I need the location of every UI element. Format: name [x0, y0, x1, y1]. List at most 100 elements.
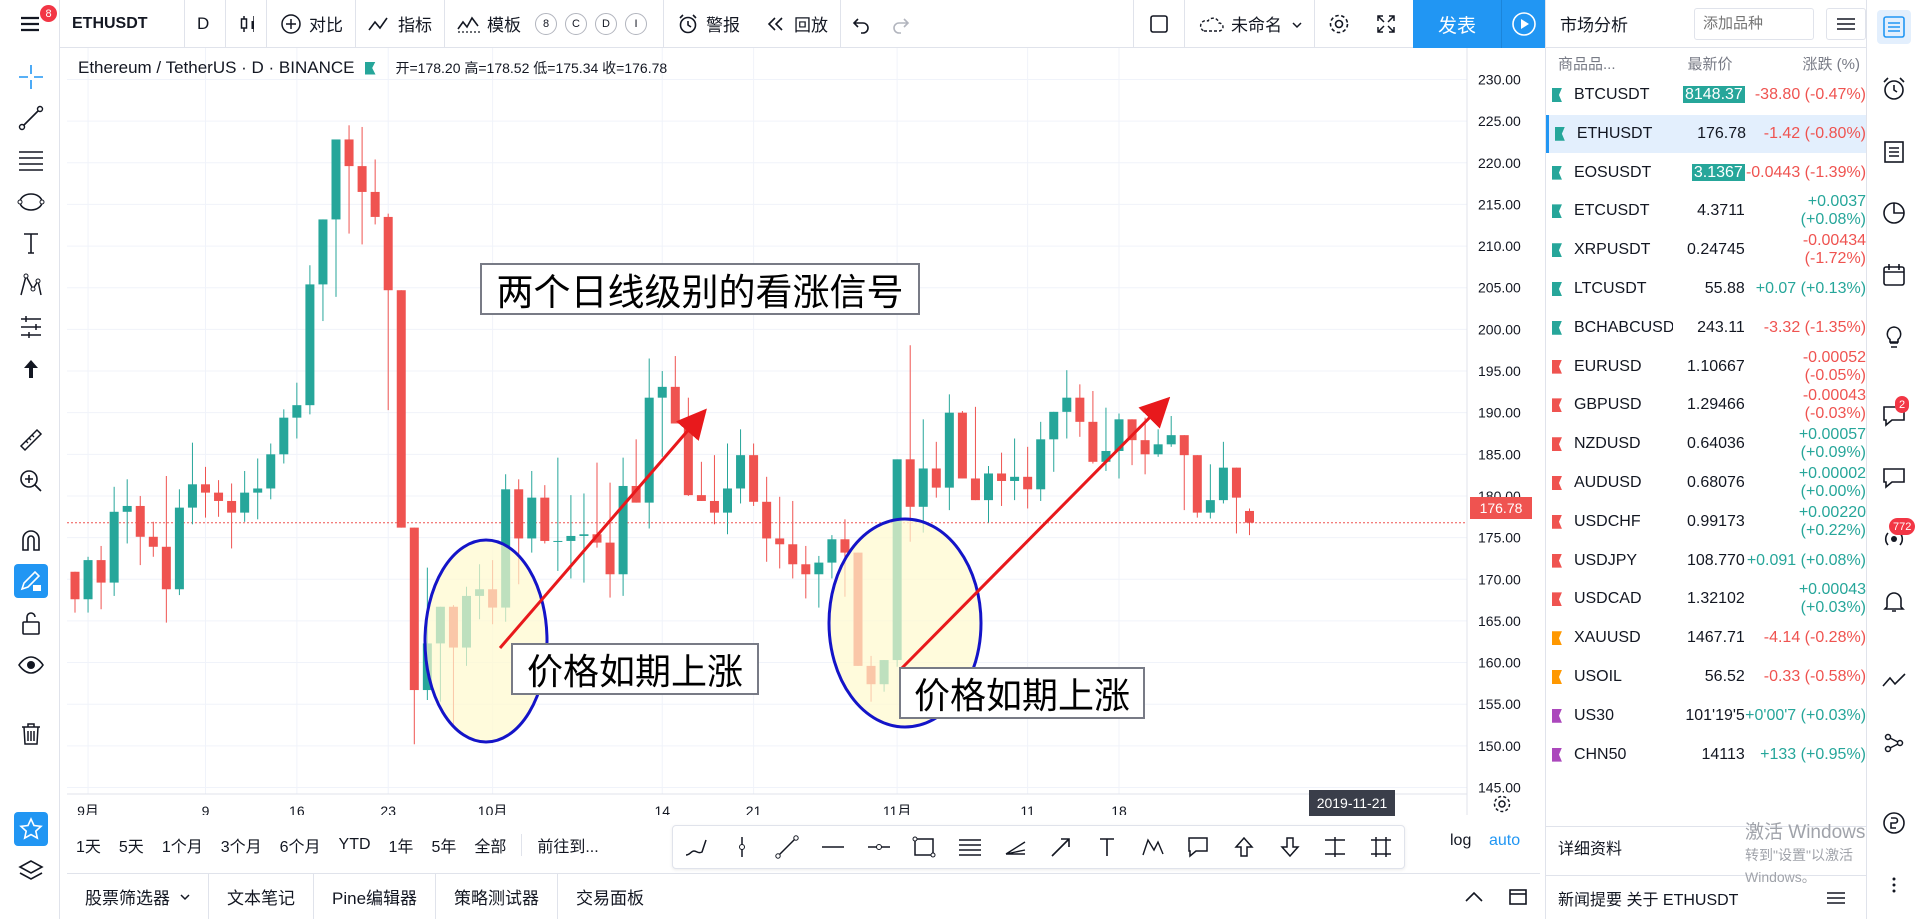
- watchlist-row[interactable]: XRPUSDT 0.24745 -0.00434 (-1.72%): [1546, 231, 1866, 269]
- price-axis[interactable]: 230.00 225.00 220.00 215.00 210.00 205.00 200.…: [1466, 48, 1521, 815]
- rectangle-tool[interactable]: [910, 833, 938, 861]
- tab-strategy-tester[interactable]: 策略测试器: [436, 873, 559, 919]
- log-scale-toggle[interactable]: log: [1450, 832, 1471, 850]
- xabcd-tool[interactable]: [1139, 833, 1167, 861]
- redo-button[interactable]: [881, 0, 921, 48]
- horizontal-ray-tool[interactable]: [819, 833, 847, 861]
- tab-trading-panel[interactable]: 交易面板: [558, 874, 662, 919]
- crosshair-tool[interactable]: [14, 60, 48, 94]
- lock-drawings[interactable]: [14, 606, 48, 640]
- indicator-shortcut-d[interactable]: D: [595, 12, 617, 35]
- watchlist-row[interactable]: USOIL 56.52 -0.33 (-0.58%): [1546, 658, 1866, 696]
- legend-symbol-title[interactable]: Ethereum / TetherUS · D · BINANCE: [78, 58, 355, 78]
- tab-text-notes[interactable]: 文本笔记: [209, 873, 314, 919]
- range-1d[interactable]: 1天: [67, 833, 110, 857]
- shape-tool[interactable]: [14, 185, 48, 219]
- symbol-search[interactable]: ETHUSDT: [60, 0, 184, 48]
- range-ytd[interactable]: YTD: [330, 836, 380, 854]
- zoom-tool[interactable]: [14, 464, 48, 498]
- chats-toggle[interactable]: 2: [1877, 396, 1911, 432]
- magnet-tool[interactable]: [14, 523, 48, 557]
- flag-icon[interactable]: [1552, 708, 1562, 723]
- time-axis-settings-button[interactable]: [1490, 792, 1514, 816]
- strategy-toggle[interactable]: [1877, 664, 1911, 698]
- trendline-tool[interactable]: [14, 101, 48, 135]
- ideas-toggle[interactable]: [1877, 320, 1911, 354]
- price-chart[interactable]: 230.00 225.00 220.00 215.00 210.00 205.00 200.…: [67, 48, 1540, 815]
- flag-icon[interactable]: [1552, 282, 1562, 296]
- watchlist-row[interactable]: LTCUSDT 55.88 +0.07 (+0.13%): [1546, 270, 1866, 308]
- fib-levels-tool[interactable]: [956, 833, 984, 861]
- watchlist-row[interactable]: BCHABCUSDT 243.11 -3.32 (-1.35%): [1546, 309, 1866, 347]
- watchlist-row[interactable]: CHN50 14113 +133 (+0.95%): [1546, 736, 1866, 774]
- measure-tool[interactable]: [14, 423, 48, 457]
- watchlist-row[interactable]: EOSUSDT 3.1367 -0.0443 (-1.39%): [1546, 154, 1866, 192]
- flag-icon[interactable]: [1552, 165, 1562, 180]
- add-symbol-input[interactable]: [1694, 7, 1814, 40]
- pattern-tool[interactable]: [14, 268, 48, 302]
- col-change[interactable]: 涨跌 (%): [1750, 53, 1861, 74]
- interval-button[interactable]: D: [185, 0, 225, 48]
- watchlist-row[interactable]: AUDUSD 0.68076 +0.00002 (+0.00%): [1546, 464, 1866, 502]
- maximize-panel-button[interactable]: [1496, 874, 1540, 919]
- watchlist-menu-button[interactable]: [1826, 7, 1866, 40]
- arrow-tool[interactable]: [1047, 833, 1075, 861]
- watchlist-row[interactable]: ETHUSDT 176.78 -1.42 (-0.80%): [1546, 114, 1866, 153]
- undo-button[interactable]: [841, 0, 881, 48]
- watchlist-row[interactable]: EURUSD 1.10667 -0.00052 (-0.05%): [1546, 348, 1866, 386]
- text-tool[interactable]: [14, 226, 48, 260]
- tab-stock-screener[interactable]: 股票筛选器: [67, 873, 209, 919]
- watchlist-row[interactable]: NZDUSD 0.64036 +0.00057 (+0.09%): [1546, 425, 1866, 463]
- help-toggle[interactable]: [1877, 806, 1911, 840]
- more-toggle[interactable]: [1877, 868, 1911, 902]
- streams-toggle[interactable]: 772: [1877, 518, 1916, 556]
- annotation-label-2[interactable]: 价格如期上涨: [899, 667, 1145, 719]
- vertical-line-tool[interactable]: [728, 833, 756, 861]
- range-all[interactable]: 全部: [465, 833, 515, 857]
- text-tool-bottom[interactable]: [1093, 833, 1121, 861]
- flag-icon[interactable]: [1552, 514, 1562, 529]
- tab-pine-editor[interactable]: Pine编辑器: [314, 873, 437, 919]
- arrow-marker-tool[interactable]: [14, 352, 48, 386]
- trend-line-tool[interactable]: [773, 833, 801, 861]
- watchlist-row[interactable]: ETCUSDT 4.3711 +0.0037 (+0.08%): [1546, 192, 1866, 230]
- range-1m[interactable]: 1个月: [153, 833, 212, 857]
- pitchfork-tool[interactable]: [1002, 833, 1030, 861]
- range-6m[interactable]: 6个月: [271, 833, 330, 857]
- col-symbol[interactable]: 商品品...: [1558, 53, 1670, 74]
- flag-icon[interactable]: [1552, 631, 1562, 646]
- watchlist-row[interactable]: GBPUSD 1.29466 -0.00043 (-0.03%): [1546, 386, 1866, 424]
- indicator-shortcut-i[interactable]: I: [625, 12, 647, 35]
- fib-tool[interactable]: [14, 143, 48, 177]
- flag-icon[interactable]: [1552, 747, 1562, 762]
- flag-icon[interactable]: [1552, 88, 1562, 102]
- callout-tool[interactable]: [1184, 833, 1212, 861]
- alert-button[interactable]: 警报: [664, 0, 752, 48]
- stay-in-drawing-mode[interactable]: [14, 564, 48, 598]
- prediction-tool[interactable]: [14, 310, 48, 344]
- object-tree-button[interactable]: [14, 854, 48, 888]
- brush-tool[interactable]: [682, 833, 710, 861]
- annotation-label-1[interactable]: 价格如期上涨: [511, 643, 759, 695]
- arrow-up-marker-tool[interactable]: [1230, 833, 1258, 861]
- watchlist-row[interactable]: XAUUSD 1467.71 -4.14 (-0.28%): [1546, 619, 1866, 657]
- remove-drawings[interactable]: [14, 717, 48, 751]
- flag-icon[interactable]: [1552, 359, 1562, 374]
- annotation-title-box[interactable]: 两个日线级别的看涨信号: [480, 263, 920, 315]
- flag-icon[interactable]: [1552, 320, 1562, 335]
- hotlists-toggle[interactable]: [1877, 196, 1911, 230]
- indicator-shortcut-c[interactable]: C: [565, 12, 587, 35]
- flag-icon[interactable]: [1552, 553, 1562, 568]
- range-5d[interactable]: 5天: [110, 833, 153, 857]
- flag-icon[interactable]: [1552, 243, 1562, 258]
- watchlist-title[interactable]: 市场分析: [1560, 11, 1694, 36]
- flag-icon[interactable]: [1552, 476, 1562, 490]
- flag-icon[interactable]: [1552, 592, 1562, 607]
- range-5y[interactable]: 5年: [422, 833, 465, 857]
- range-3m[interactable]: 3个月: [212, 833, 271, 857]
- fullscreen-button[interactable]: [1363, 0, 1409, 48]
- watchlist-row[interactable]: USDCAD 1.32102 +0.00043 (+0.03%): [1546, 580, 1866, 618]
- flag-icon[interactable]: [1552, 670, 1562, 684]
- chart-type-button[interactable]: [226, 0, 266, 48]
- fullscreen-toggle[interactable]: [1134, 0, 1184, 48]
